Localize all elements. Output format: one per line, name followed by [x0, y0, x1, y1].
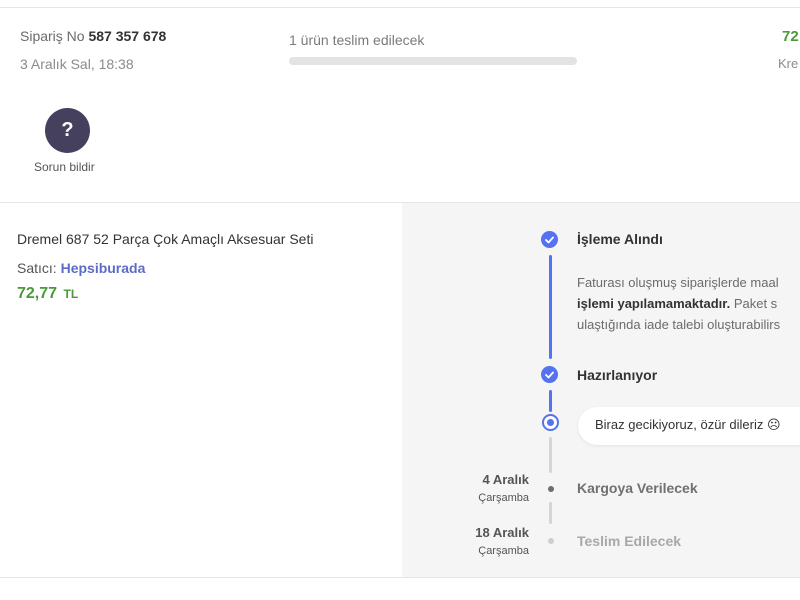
step-day: Çarşamba: [478, 545, 529, 557]
timeline-connector: [549, 390, 552, 412]
order-number-value: 587 357 678: [88, 28, 167, 44]
delivery-progress-bar: [289, 57, 577, 65]
step-description: Faturası oluşmuş siparişlerde maal işlem…: [577, 272, 800, 335]
step-completed-icon: [541, 366, 558, 383]
step-completed-icon: [541, 231, 558, 248]
bottom-divider: [0, 577, 800, 578]
step-pending-icon: [548, 538, 554, 544]
step-title-processing: İşleme Alındı: [577, 231, 663, 247]
step-day: Çarşamba: [478, 492, 529, 504]
delivery-status-text: 1 ürün teslim edilecek: [289, 32, 425, 48]
seller-info: Satıcı: Hepsiburada: [17, 260, 145, 276]
question-mark-icon: ?: [61, 119, 74, 141]
order-total-amount: 72: [782, 28, 799, 45]
step-title-shipping: Kargoya Verilecek: [577, 480, 698, 496]
step-description-line: işlemi yapılamamaktadır. Paket s: [577, 293, 800, 314]
delay-message: Biraz gecikiyoruz, özür dileriz ☹: [578, 407, 800, 445]
step-pending-icon: [548, 486, 554, 492]
step-date: 4 Aralık: [482, 472, 530, 487]
product-price: 72,77 TL: [17, 285, 78, 303]
order-total-label: Kre: [778, 56, 799, 71]
timeline-connector: [549, 437, 552, 473]
product-name[interactable]: Dremel 687 52 Parça Çok Amaçlı Aksesuar …: [17, 231, 313, 247]
step-title-preparing: Hazırlanıyor: [577, 367, 658, 383]
step-current-core: [547, 419, 554, 426]
product-price-value: 72,77: [17, 285, 58, 302]
top-divider: [0, 7, 800, 8]
order-number-label: Sipariş No: [20, 28, 85, 44]
timeline-connector: [549, 255, 552, 359]
step-description-rest: Paket s: [730, 296, 778, 311]
timeline-connector: [549, 502, 552, 524]
step-date: 18 Aralık: [475, 525, 529, 540]
order-number: Sipariş No 587 357 678: [20, 28, 166, 44]
order-date: 3 Aralık Sal, 18:38: [20, 56, 134, 72]
product-price-currency: TL: [63, 287, 79, 301]
step-title-delivery: Teslim Edilecek: [577, 533, 682, 549]
step-description-bold: işlemi yapılamamaktadır.: [577, 296, 731, 311]
checkmark-icon: [545, 236, 554, 243]
order-tracking-panel: [402, 203, 800, 577]
report-problem-label[interactable]: Sorun bildir: [34, 160, 95, 174]
checkmark-icon: [545, 371, 554, 378]
report-problem-button[interactable]: ?: [45, 108, 90, 153]
step-description-line: ulaştığında iade talebi oluşturabilirs: [577, 317, 781, 332]
step-description-line: Faturası oluşmuş siparişlerde maal: [577, 275, 779, 290]
step-current-icon: [542, 414, 559, 431]
seller-link[interactable]: Hepsiburada: [61, 260, 146, 276]
seller-label: Satıcı:: [17, 260, 57, 276]
